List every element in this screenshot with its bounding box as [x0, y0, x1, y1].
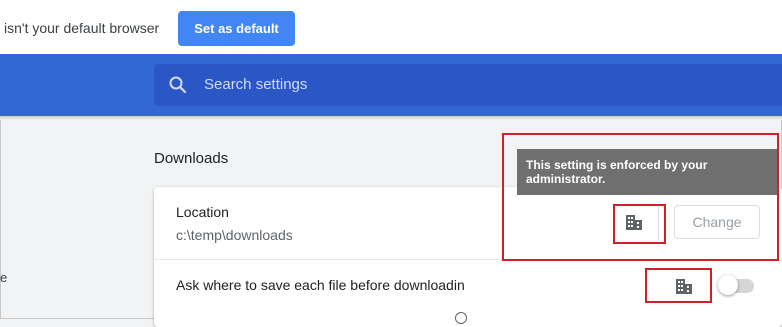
default-browser-infobar: isn't your default browser Set as defaul… [0, 0, 782, 54]
location-label: Location [176, 204, 229, 220]
resize-handle[interactable] [455, 312, 467, 324]
toggle-thumb[interactable] [718, 275, 738, 295]
search-placeholder: Search settings [204, 76, 308, 93]
annotation-box-location-icon [613, 204, 666, 244]
sidebar-item-partial[interactable]: e [0, 270, 7, 285]
header-shadow [0, 116, 782, 120]
ask-where-to-save-label: Ask where to save each file before downl… [176, 277, 465, 293]
search-settings-input[interactable]: Search settings [154, 64, 782, 106]
annotation-box-ask-icon [645, 268, 712, 303]
location-value: c:\temp\downloads [176, 227, 293, 243]
downloads-section-title: Downloads [154, 150, 229, 167]
search-icon [169, 76, 187, 94]
settings-header: Search settings [0, 54, 782, 116]
set-as-default-button[interactable]: Set as default [178, 11, 295, 46]
infobar-message: isn't your default browser [4, 20, 160, 36]
